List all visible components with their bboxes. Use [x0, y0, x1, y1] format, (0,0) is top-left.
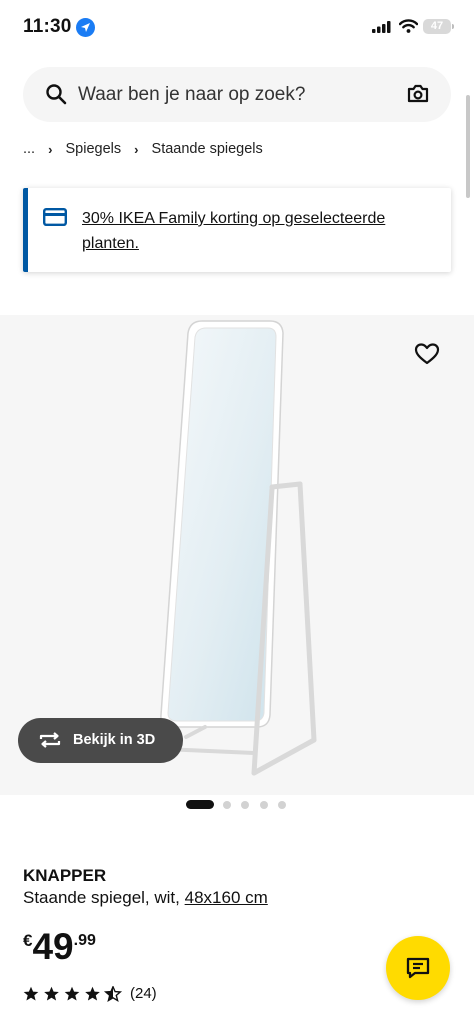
product-price: €49.99 [23, 928, 96, 966]
cellular-signal-icon [372, 21, 391, 33]
price-integer: 49 [32, 926, 74, 967]
status-time: 11:30 [23, 16, 72, 37]
status-bar: 11:30 47 [0, 0, 474, 56]
product-name: KNAPPER [23, 866, 107, 885]
heart-icon[interactable] [414, 342, 440, 366]
product-description: Staande spiegel, wit, 48x160 cm [23, 888, 268, 908]
star-icon [85, 986, 100, 1001]
view-3d-label: Bekijk in 3D [73, 732, 156, 748]
star-half-icon [104, 986, 122, 1002]
banner-accent-bar [23, 188, 28, 272]
camera-icon[interactable] [407, 83, 429, 103]
pagination-dot[interactable] [260, 801, 268, 809]
chevron-right-icon: › [134, 141, 139, 157]
price-decimals: .99 [73, 932, 96, 949]
chat-button[interactable] [386, 936, 450, 1000]
rotate-3d-icon [39, 732, 61, 748]
review-count[interactable]: (24) [130, 985, 157, 1002]
pagination-dot-active[interactable] [186, 800, 214, 809]
breadcrumb-ellipsis[interactable]: ... [23, 141, 35, 157]
search-input[interactable]: Waar ben je naar op zoek? [78, 84, 305, 106]
pagination-dot[interactable] [278, 801, 286, 809]
search-bar[interactable]: Waar ben je naar op zoek? [23, 67, 451, 122]
wifi-icon [399, 19, 418, 33]
star-icon [64, 986, 80, 1001]
battery-icon: 47 [423, 19, 451, 34]
breadcrumb: ... › Spiegels › Staande spiegels [23, 141, 263, 157]
star-icon [23, 986, 39, 1001]
breadcrumb-item-staande-spiegels[interactable]: Staande spiegels [152, 141, 263, 157]
chat-icon [406, 957, 430, 979]
battery-level: 47 [430, 20, 444, 32]
product-size-link[interactable]: 48x160 cm [185, 888, 268, 907]
product-type: Staande spiegel, wit, [23, 888, 180, 907]
gallery-pagination [186, 800, 296, 810]
pagination-dot[interactable] [241, 801, 249, 809]
price-currency: € [23, 931, 33, 950]
rating-stars[interactable] [23, 986, 123, 1002]
chevron-right-icon: › [48, 141, 53, 157]
battery-nub [452, 24, 454, 29]
star-icon [44, 986, 59, 1001]
promo-banner[interactable]: 30% IKEA Family korting op geselecteerde… [23, 188, 451, 272]
pagination-dot[interactable] [223, 801, 231, 809]
search-icon [46, 84, 67, 105]
breadcrumb-item-spiegels[interactable]: Spiegels [66, 141, 122, 157]
location-arrow-icon [76, 18, 95, 37]
promo-link[interactable]: 30% IKEA Family korting op geselecteerde… [82, 206, 422, 256]
page-scrollbar[interactable] [466, 95, 470, 198]
card-icon [43, 208, 67, 226]
view-3d-button[interactable]: Bekijk in 3D [18, 718, 183, 763]
